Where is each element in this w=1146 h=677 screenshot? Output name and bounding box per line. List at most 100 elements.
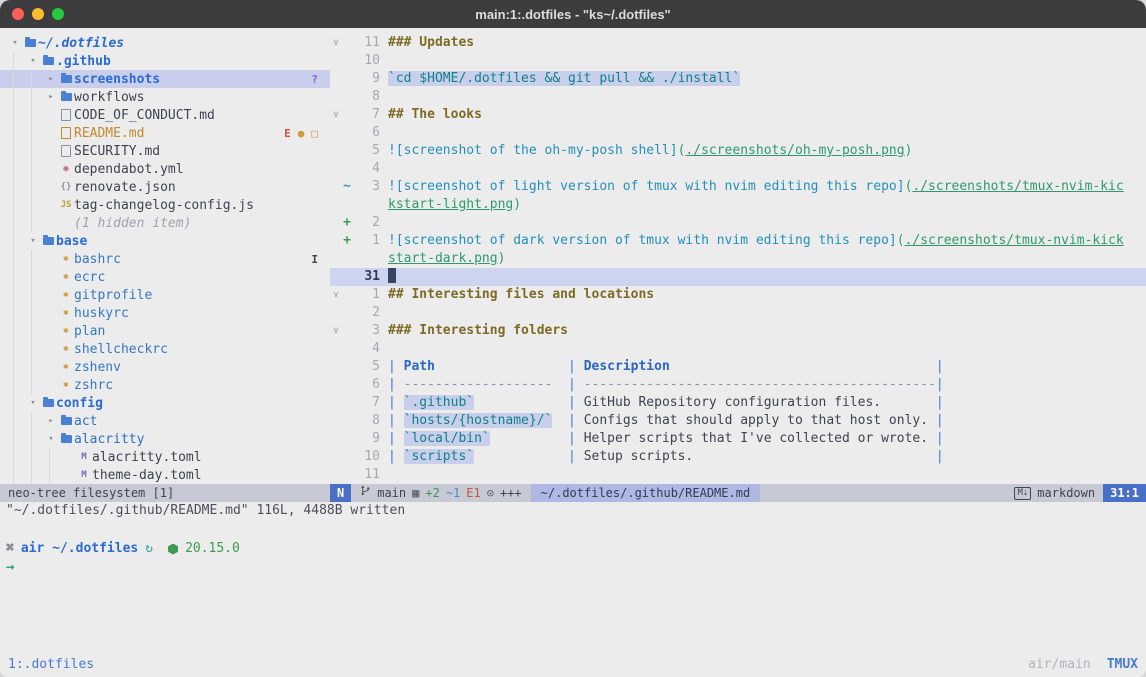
chevron-right-icon[interactable]: ▸ — [44, 74, 58, 84]
tree-item-zshrc[interactable]: ✱zshrc — [0, 376, 330, 394]
editor-line[interactable]: 5![screenshot of the oh-my-posh shell](.… — [330, 142, 1146, 160]
fullscreen-button[interactable] — [52, 8, 64, 20]
tree-item-act[interactable]: ▸act — [0, 412, 330, 430]
line-number — [352, 196, 380, 214]
indent-guide — [26, 88, 44, 106]
whitespace — [928, 413, 936, 428]
tree-item-bashrc[interactable]: ✱bashrcI — [0, 250, 330, 268]
editor-line[interactable]: 10 — [330, 52, 1146, 70]
tree-item-gitprofile[interactable]: ✱gitprofile — [0, 286, 330, 304]
editor-line[interactable]: +1![screenshot of dark version of tmux w… — [330, 232, 1146, 250]
editor-buffer[interactable]: ∨11### Updates109`cd $HOME/.dotfiles && … — [330, 28, 1146, 484]
chevron-right-icon[interactable]: ▸ — [44, 92, 58, 102]
chevron-down-icon[interactable]: ▾ — [8, 38, 22, 48]
editor-line[interactable]: 8 — [330, 88, 1146, 106]
editor-line[interactable]: 11 — [330, 466, 1146, 484]
editor-line[interactable]: 9`cd $HOME/.dotfiles && git pull && ./in… — [330, 70, 1146, 88]
editor-line[interactable]: ~3![screenshot of light version of tmux … — [330, 178, 1146, 196]
node-version: 20.15.0 — [185, 540, 240, 558]
chevron-down-icon[interactable]: ▾ — [26, 398, 40, 408]
tree-item-label: README.md — [74, 126, 144, 141]
syntax-segment: `local/bin` — [404, 431, 490, 446]
tree-item-alacritty[interactable]: ▾alacritty — [0, 430, 330, 448]
neo-tree-panel: ▾~/.dotfiles▾.github▸screenshots?▸workfl… — [0, 28, 330, 484]
editor-line[interactable]: 6| ------------------- | ---------------… — [330, 376, 1146, 394]
line-number: 7 — [352, 394, 380, 412]
tree-item-theme-day-toml[interactable]: Mtheme-day.toml — [0, 466, 330, 484]
editor-line[interactable]: 8| `hosts/{hostname}/` | Configs that sh… — [330, 412, 1146, 430]
gutter-sign — [342, 160, 352, 178]
tree-item-dotfiles[interactable]: ▾~/.dotfiles — [0, 34, 330, 52]
editor-line[interactable]: 31 — [330, 268, 1146, 286]
tree-item-ecrc[interactable]: ✱ecrc — [0, 268, 330, 286]
tree-item-code-of-conduct-md[interactable]: CODE_OF_CONDUCT.md — [0, 106, 330, 124]
editor-line[interactable]: ∨3### Interesting folders — [330, 322, 1146, 340]
editor-line[interactable]: ∨11### Updates — [330, 34, 1146, 52]
tree-item-tag-changelog-config-js[interactable]: JStag-changelog-config.js — [0, 196, 330, 214]
tmux-window-label[interactable]: 1:.dotfiles — [8, 657, 94, 672]
tree-item-label: huskyrc — [74, 306, 129, 321]
line-number: 9 — [352, 70, 380, 88]
indent-guide — [8, 250, 26, 268]
minimize-button[interactable] — [32, 8, 44, 20]
editor-line[interactable]: 6 — [330, 124, 1146, 142]
shell-icon: ✱ — [58, 344, 74, 354]
editor-line-text — [388, 160, 1146, 178]
tree-item-screenshots[interactable]: ▸screenshots? — [0, 70, 330, 88]
indent-guide — [8, 160, 26, 178]
tree-item-shellcheckrc[interactable]: ✱shellcheckrc — [0, 340, 330, 358]
fold-marker-icon — [330, 412, 342, 430]
editor-line[interactable]: 4 — [330, 160, 1146, 178]
editor-line[interactable]: 5| Path | Description | — [330, 358, 1146, 376]
syntax-segment: | — [388, 377, 404, 392]
diagnostics-error-count: E1 — [466, 484, 480, 502]
line-number: 8 — [352, 88, 380, 106]
indent-guide — [26, 196, 44, 214]
tree-item-alacritty-toml[interactable]: Malacritty.toml — [0, 448, 330, 466]
editor-line[interactable]: 7| `.github` | GitHub Repository configu… — [330, 394, 1146, 412]
chevron-down-icon[interactable]: ▾ — [26, 236, 40, 246]
tree-item-github[interactable]: ▾.github — [0, 52, 330, 70]
editor-line[interactable]: 2 — [330, 304, 1146, 322]
tree-item-zshenv[interactable]: ✱zshenv — [0, 358, 330, 376]
chevron-down-icon[interactable]: ▾ — [26, 56, 40, 66]
editor-line[interactable]: 9| `local/bin` | Helper scripts that I'v… — [330, 430, 1146, 448]
syntax-segment: kstart-light.png — [388, 197, 513, 212]
line-number: 3 — [352, 322, 380, 340]
tree-item-huskyrc[interactable]: ✱huskyrc — [0, 304, 330, 322]
editor-line-text: ### Updates — [388, 34, 1146, 52]
chevron-down-icon[interactable]: ▾ — [44, 434, 58, 444]
chevron-right-icon[interactable]: ▸ — [44, 416, 58, 426]
editor-line-text: | `local/bin` | Helper scripts that I've… — [388, 430, 1146, 448]
editor-line-text: | `hosts/{hostname}/` | Configs that sho… — [388, 412, 1146, 430]
editor-line[interactable]: ∨1## Interesting files and locations — [330, 286, 1146, 304]
editor-line-text — [388, 268, 1146, 286]
editor-line[interactable]: 10| `scripts` | Setup scripts. | — [330, 448, 1146, 466]
shell-input-line[interactable]: → — [6, 558, 1140, 577]
close-button[interactable] — [12, 8, 24, 20]
syntax-segment: Path — [404, 359, 435, 374]
editor-line[interactable]: ∨7## The looks — [330, 106, 1146, 124]
tree-item-security-md[interactable]: SECURITY.md — [0, 142, 330, 160]
tree-item-renovate-json[interactable]: {}renovate.json — [0, 178, 330, 196]
tree-item-dependabot-yml[interactable]: ◉dependabot.yml — [0, 160, 330, 178]
file-icon — [58, 109, 74, 121]
cursor — [388, 268, 396, 283]
editor-line[interactable]: start-dark.png) — [330, 250, 1146, 268]
tree-item-label: zshenv — [74, 360, 121, 375]
tree-item-config[interactable]: ▾config — [0, 394, 330, 412]
whitespace — [881, 395, 936, 410]
tree-item-workflows[interactable]: ▸workflows — [0, 88, 330, 106]
tree-item-plan[interactable]: ✱plan — [0, 322, 330, 340]
indent-guide — [26, 304, 44, 322]
syntax-segment: GitHub Repository configuration files. — [584, 395, 881, 410]
tree-item-1-hidden-item[interactable]: (1 hidden item) — [0, 214, 330, 232]
editor-line[interactable]: +2 — [330, 214, 1146, 232]
tree-item-base[interactable]: ▾base — [0, 232, 330, 250]
tmux-pane-shell[interactable]: ⌘ air ~/.dotfiles ↻ 20.15.0 → — [0, 520, 1146, 651]
tree-item-readme-md[interactable]: README.mdE●□ — [0, 124, 330, 142]
syntax-segment: start-dark.png — [388, 251, 498, 266]
whitespace — [490, 431, 568, 446]
editor-line[interactable]: kstart-light.png) — [330, 196, 1146, 214]
editor-line[interactable]: 4 — [330, 340, 1146, 358]
